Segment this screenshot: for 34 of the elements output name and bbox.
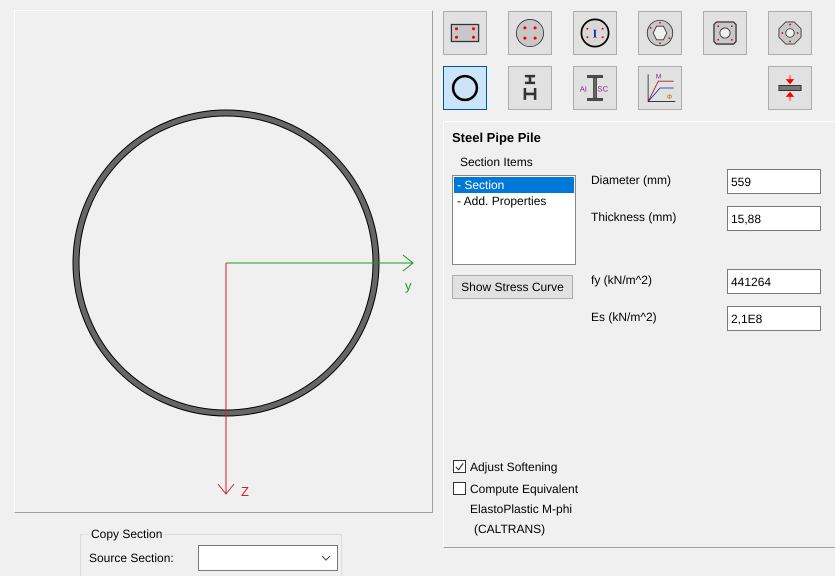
pipe-section-button[interactable] (443, 66, 487, 110)
octagon-hollow-section-button[interactable] (768, 11, 812, 55)
rect-bars-section-button[interactable] (443, 11, 487, 55)
axial-section-button[interactable] (768, 66, 812, 110)
checkbox-label: (CALTRANS) (473, 522, 546, 536)
section-type-title: Steel Pipe Pile (452, 130, 542, 145)
field-label: Thickness (mm) (591, 210, 676, 224)
list-item[interactable]: - Section (454, 177, 574, 193)
y-axis-label: y (405, 278, 412, 293)
group-title: Copy Section (90, 527, 164, 541)
list-item[interactable]: - Add. Properties (454, 193, 574, 209)
h-beam-section-button[interactable] (508, 66, 552, 110)
circle-bars-section-button[interactable] (508, 11, 552, 55)
circle-section-icon (513, 16, 547, 50)
chevron-icon (320, 555, 331, 561)
input-field[interactable]: 2,1E8 (727, 306, 821, 331)
field-label: Es (kN/m^2) (591, 310, 657, 324)
checkbox-label: Adjust Softening (470, 460, 558, 474)
z-axis-label: Z (241, 484, 249, 499)
input-field[interactable]: 559 (727, 169, 821, 194)
square-hollow-section-button[interactable] (703, 11, 747, 55)
source-section-dropdown[interactable] (198, 545, 338, 571)
field-label: fy (kN/m^2) (591, 272, 652, 286)
checkbox[interactable] (453, 460, 466, 473)
checkbox-label: Compute Equivalent (470, 482, 578, 496)
section-items-label: Section Items (460, 155, 534, 169)
input-field[interactable]: 15,88 (727, 206, 821, 231)
input-field[interactable]: 441264 (727, 269, 821, 294)
ring-bars-section-button[interactable] (638, 11, 682, 55)
field-label: Diameter (mm) (591, 172, 671, 186)
checkbox-label: ElastoPlastic M-phi (470, 502, 574, 516)
checkbox[interactable] (453, 482, 466, 495)
show-stress-curve-button[interactable]: Show Stress Curve (452, 275, 573, 299)
source-section-label: Source Section: (89, 551, 174, 565)
